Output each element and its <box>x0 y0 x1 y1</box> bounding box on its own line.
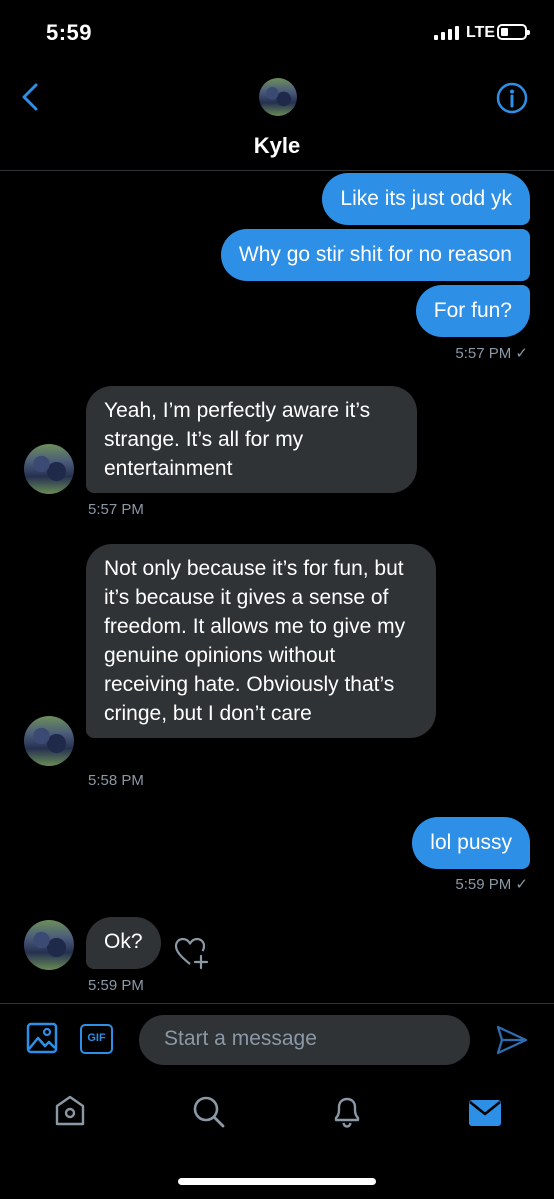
message-timestamp: 5:57 PM <box>88 501 144 518</box>
sender-avatar[interactable] <box>24 444 74 494</box>
sender-avatar[interactable] <box>24 716 74 766</box>
search-icon[interactable] <box>192 1095 226 1129</box>
chevron-left-icon[interactable] <box>18 82 42 112</box>
message-timestamp: 5:58 PM <box>88 772 144 789</box>
composer-divider <box>0 1003 554 1004</box>
header-divider <box>0 170 554 171</box>
bell-icon[interactable] <box>331 1093 363 1129</box>
sender-avatar[interactable] <box>24 920 74 970</box>
mail-icon[interactable] <box>468 1099 502 1127</box>
info-icon[interactable] <box>496 82 528 114</box>
message-bubble-incoming[interactable]: Not only because it’s for fun, but it’s … <box>86 544 436 738</box>
message-bubble-incoming[interactable]: Ok? <box>86 917 161 969</box>
heart-plus-icon[interactable] <box>174 936 210 970</box>
send-icon[interactable] <box>495 1024 529 1056</box>
contact-name[interactable]: Kyle <box>0 133 554 159</box>
status-time: 5:59 <box>46 20 93 45</box>
home-icon[interactable] <box>54 1094 86 1128</box>
message-bubble-outgoing[interactable]: For fun? <box>415 285 530 337</box>
message-bubble-incoming[interactable]: Yeah, I’m perfectly aware it’s strange. … <box>86 386 417 493</box>
image-icon[interactable] <box>26 1022 58 1054</box>
home-indicator[interactable] <box>178 1178 376 1185</box>
message-timestamp: 5:59 PM ✓ <box>455 876 528 893</box>
battery-icon <box>497 24 530 40</box>
message-bubble-outgoing[interactable]: lol pussy <box>412 817 530 869</box>
contact-avatar[interactable] <box>259 78 297 116</box>
message-timestamp: 5:57 PM ✓ <box>455 345 528 362</box>
message-bubble-outgoing[interactable]: Like its just odd yk <box>322 173 530 225</box>
message-timestamp: 5:59 PM <box>88 977 144 994</box>
message-bubble-outgoing[interactable]: Why go stir shit for no reason <box>220 229 530 281</box>
gif-button[interactable]: GIF <box>80 1024 113 1054</box>
network-label: LTE <box>466 24 496 41</box>
signal-icon <box>434 26 459 40</box>
message-input[interactable]: Start a message <box>139 1015 470 1065</box>
